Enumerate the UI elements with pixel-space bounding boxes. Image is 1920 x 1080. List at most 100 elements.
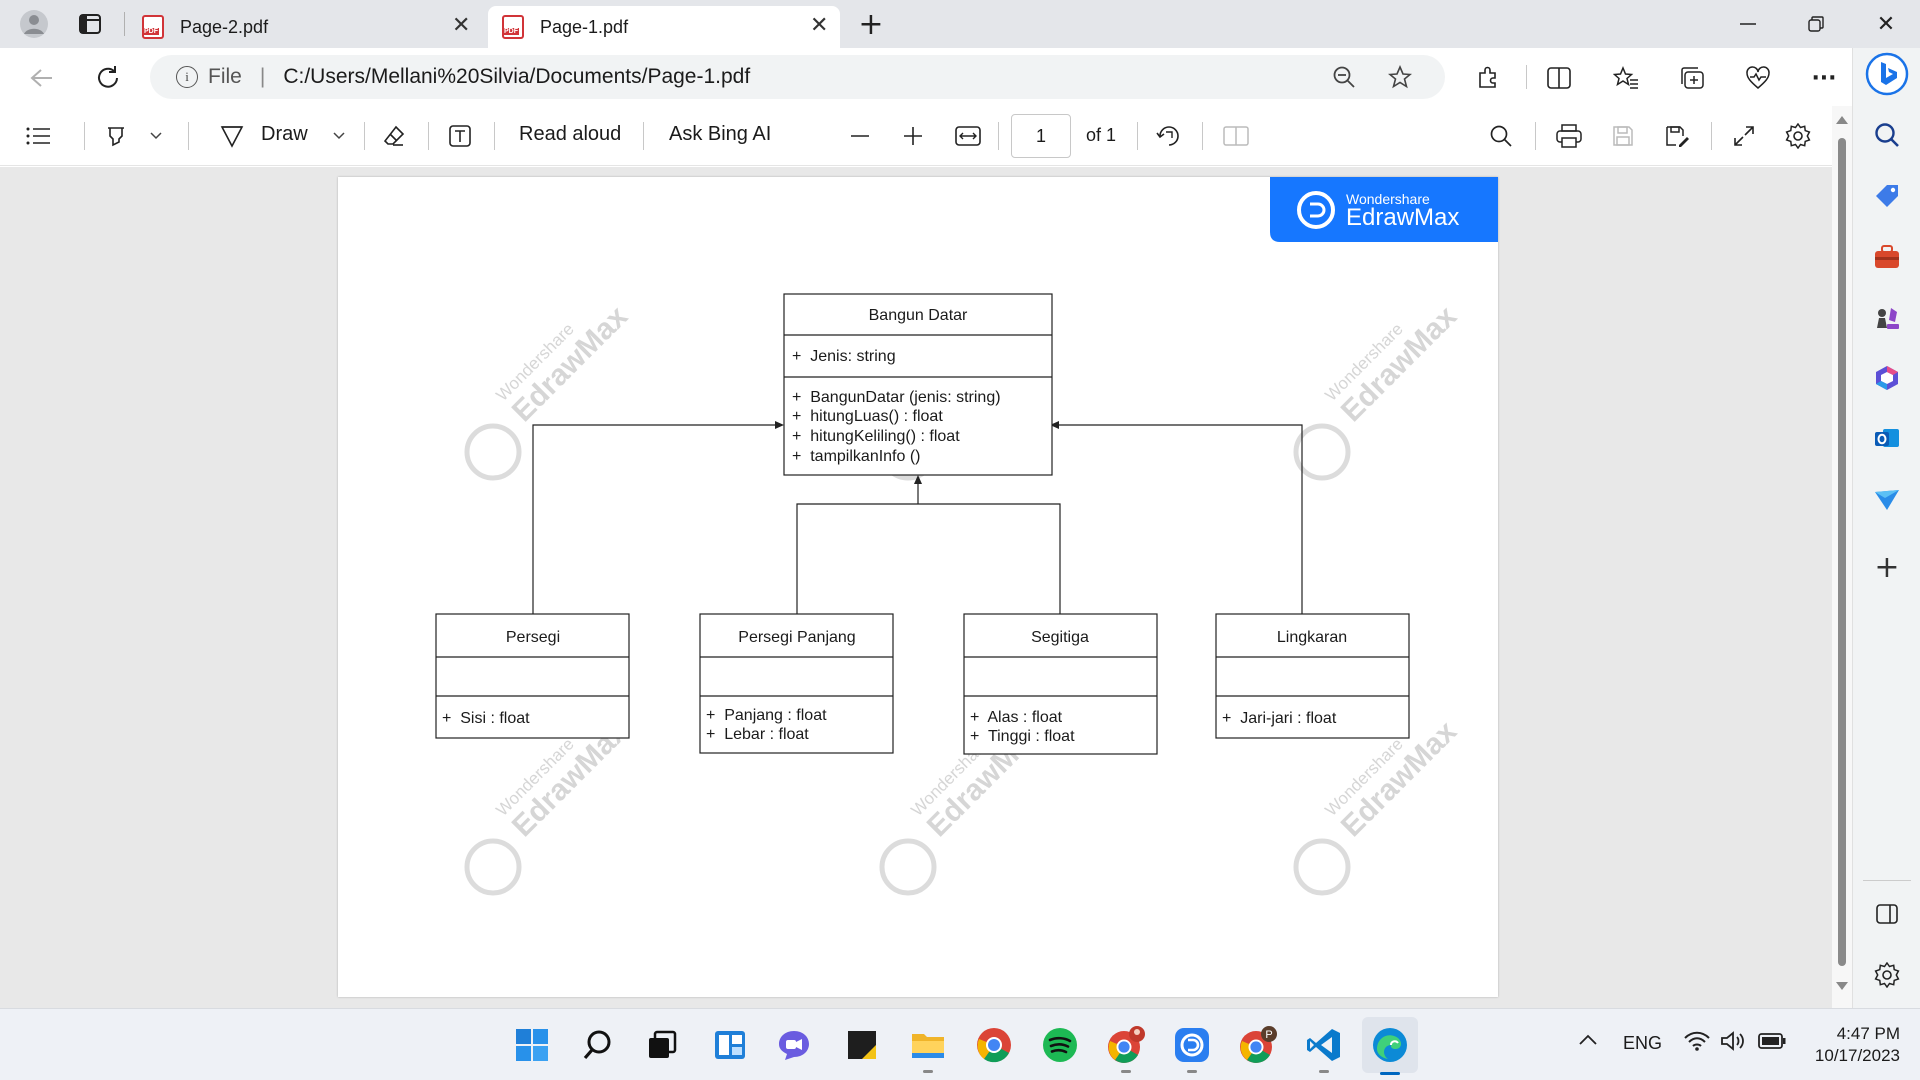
eraser-icon[interactable] — [378, 120, 410, 152]
edrawmax-app-icon[interactable] — [1170, 1023, 1214, 1073]
highlight-icon[interactable] — [100, 120, 132, 152]
class-member: + Tinggi : float — [970, 728, 1075, 745]
spotify-icon[interactable] — [1038, 1023, 1082, 1067]
zoom-out-minus-icon[interactable] — [844, 120, 876, 152]
close-tab-icon[interactable]: ✕ — [810, 12, 828, 38]
pdf-settings-gear-icon[interactable] — [1782, 120, 1814, 152]
wifi-icon[interactable] — [1684, 1031, 1710, 1056]
zoom-out-icon[interactable] — [1330, 63, 1358, 91]
class-member: + Lebar : float — [706, 726, 809, 743]
close-tab-icon[interactable]: ✕ — [452, 12, 470, 38]
page-number-input[interactable]: 1 — [1011, 114, 1071, 158]
chrome-icon[interactable] — [972, 1023, 1016, 1067]
svg-text:P: P — [1265, 1029, 1272, 1041]
tab-actions-icon[interactable] — [74, 8, 106, 40]
class-method: + hitungKeliling() : float — [792, 428, 960, 445]
taskbar-search-icon[interactable] — [576, 1023, 620, 1067]
volume-icon[interactable] — [1720, 1031, 1746, 1056]
tab-page-1[interactable]: Page-1.pdf ✕ — [488, 6, 840, 48]
class-member: + Sisi : float — [442, 710, 530, 727]
extensions-icon[interactable] — [1470, 60, 1506, 96]
microsoft-365-icon[interactable] — [1853, 364, 1920, 392]
fit-to-width-icon[interactable] — [952, 120, 984, 152]
draw-pen-icon[interactable] — [216, 120, 248, 152]
ask-bing-ai-button[interactable]: Ask Bing AI — [669, 123, 771, 146]
chat-icon[interactable] — [772, 1023, 816, 1067]
page-view-icon — [1220, 120, 1252, 152]
draw-button[interactable]: Draw — [261, 123, 308, 146]
scroll-up-arrow-icon[interactable] — [1836, 116, 1848, 124]
running-indicator — [1319, 1070, 1329, 1073]
add-text-icon[interactable] — [444, 120, 476, 152]
vertical-scrollbar[interactable] — [1832, 106, 1852, 1008]
collections-icon[interactable] — [1674, 60, 1710, 96]
save-as-icon[interactable] — [1661, 120, 1693, 152]
search-icon[interactable] — [1853, 122, 1920, 148]
draw-options-chevron-icon[interactable] — [327, 124, 351, 148]
show-hidden-icons-chevron-icon[interactable] — [1578, 1033, 1598, 1051]
class-name: Lingkaran — [1277, 629, 1347, 646]
file-explorer-icon[interactable] — [906, 1023, 950, 1073]
class-name: Segitiga — [1031, 629, 1089, 646]
minimize-icon[interactable] — [1732, 8, 1764, 40]
profile-avatar-icon[interactable] — [16, 6, 52, 42]
games-icon[interactable] — [1853, 304, 1920, 332]
site-info-icon[interactable]: i — [176, 66, 198, 88]
battery-icon[interactable] — [1758, 1033, 1786, 1054]
class-persegi: Persegi + Sisi : float — [435, 613, 630, 739]
read-aloud-button[interactable]: Read aloud — [519, 123, 621, 146]
split-screen-icon[interactable] — [1541, 60, 1577, 96]
favorite-star-icon[interactable] — [1386, 63, 1414, 91]
outlook-icon[interactable] — [1853, 424, 1920, 452]
class-attribute: + Jenis: string — [792, 348, 896, 365]
new-tab-icon[interactable]: + — [855, 7, 887, 42]
chrome-profile-icon[interactable] — [1104, 1023, 1148, 1073]
task-view-icon[interactable] — [640, 1023, 684, 1067]
pdf-page: Wondershare EdrawMax Wondershare EdrawMa… — [338, 177, 1498, 997]
class-method: + hitungLuas() : float — [792, 408, 943, 425]
refresh-icon[interactable] — [90, 60, 126, 96]
contents-list-icon[interactable] — [22, 120, 54, 152]
tab-page-2[interactable]: Page-2.pdf ✕ — [130, 6, 480, 48]
language-indicator[interactable]: ENG — [1623, 1033, 1662, 1054]
find-search-icon[interactable] — [1485, 120, 1517, 152]
widgets-icon[interactable] — [708, 1023, 752, 1067]
favorites-icon[interactable] — [1608, 60, 1644, 96]
browser-essentials-icon[interactable] — [1740, 60, 1776, 96]
print-icon[interactable] — [1553, 120, 1585, 152]
back-icon[interactable] — [24, 60, 60, 96]
windows-taskbar: P ENG 4:47 PM 10/17/2023 — [0, 1008, 1920, 1080]
restore-icon[interactable] — [1800, 8, 1832, 40]
watermark — [1296, 286, 1463, 478]
sticky-notes-icon[interactable] — [840, 1023, 884, 1067]
drop-send-icon[interactable] — [1853, 486, 1920, 512]
start-windows-icon[interactable] — [510, 1023, 554, 1067]
more-menu-icon[interactable]: ··· — [1806, 60, 1842, 96]
fullscreen-expand-icon[interactable] — [1728, 120, 1760, 152]
close-window-icon[interactable]: ✕ — [1870, 8, 1902, 40]
running-indicator — [1121, 1070, 1131, 1073]
rotate-icon[interactable] — [1153, 120, 1185, 152]
url-field[interactable]: i File | C:/Users/Mellani%20Silvia/Docum… — [150, 55, 1445, 99]
clock-time: 4:47 PM — [1836, 1024, 1900, 1043]
tab-title: Page-2.pdf — [180, 16, 269, 37]
class-persegi-panjang: Persegi Panjang + Panjang : float + Leba… — [699, 613, 894, 754]
zoom-in-plus-icon[interactable] — [897, 120, 929, 152]
shopping-tag-icon[interactable] — [1853, 182, 1920, 210]
hide-sidebar-icon[interactable] — [1853, 904, 1920, 924]
edge-sidebar: + — [1852, 48, 1920, 1008]
highlight-options-chevron-icon[interactable] — [144, 124, 168, 148]
sidebar-settings-gear-icon[interactable] — [1853, 962, 1920, 988]
chrome-profile-p-icon[interactable]: P — [1236, 1023, 1280, 1067]
tools-briefcase-icon[interactable] — [1853, 244, 1920, 270]
bing-copilot-icon[interactable] — [1853, 52, 1920, 96]
scrollbar-thumb[interactable] — [1838, 138, 1846, 966]
vscode-icon[interactable] — [1302, 1023, 1346, 1073]
edge-browser-icon[interactable] — [1368, 1023, 1412, 1075]
clock[interactable]: 4:47 PM 10/17/2023 — [1800, 1023, 1900, 1067]
scroll-down-arrow-icon[interactable] — [1836, 982, 1848, 990]
class-member: + Alas : float — [970, 709, 1063, 726]
add-sidebar-app-icon[interactable]: + — [1853, 550, 1920, 585]
pdf-file-icon — [502, 15, 524, 39]
running-indicator — [923, 1070, 933, 1073]
